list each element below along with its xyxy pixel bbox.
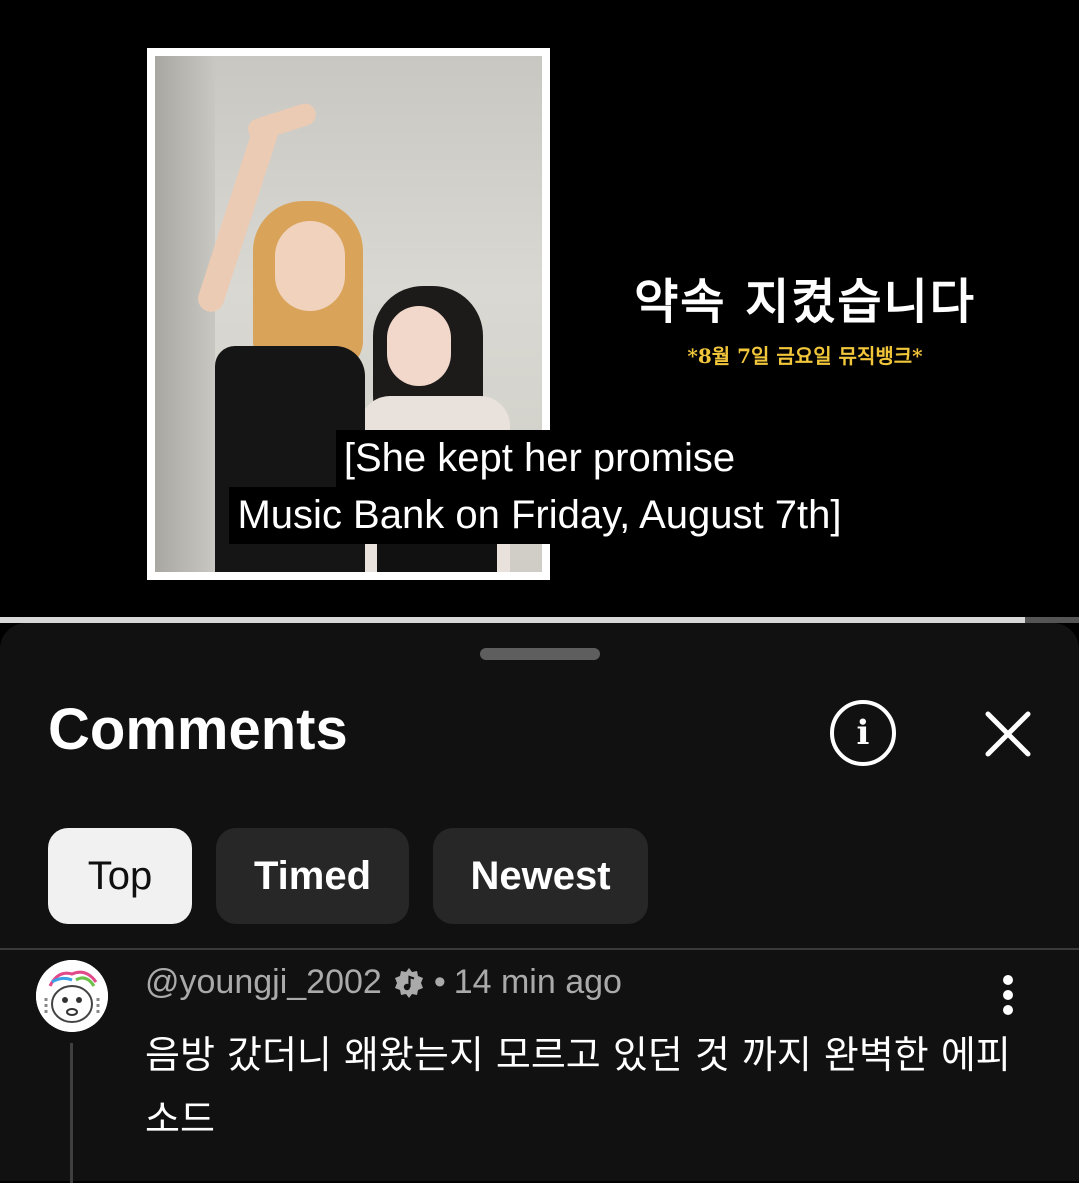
drag-handle[interactable] (480, 648, 600, 660)
closed-caption: [She kept her promise Music Bank on Frid… (0, 430, 1079, 544)
thread-line (70, 1043, 73, 1183)
meta-separator: • (433, 963, 446, 1001)
comment-time: 14 min ago (453, 963, 622, 1001)
caption-line-2: Music Bank on Friday, August 7th] (229, 487, 850, 544)
avatar[interactable] (36, 960, 108, 1032)
close-icon (985, 711, 1031, 757)
chip-newest[interactable]: Newest (433, 828, 648, 924)
comment-text: 음방 갔더니 왜왔는지 모르고 있던 것 까지 완벽한 에피소드 (145, 1033, 1011, 1141)
video-title-overlay: 약속 지켰습니다 (634, 274, 976, 330)
avatar-drawing-icon (36, 960, 108, 1032)
chip-top[interactable]: Top (48, 828, 192, 924)
caption-line-1: [She kept her promise (335, 430, 744, 487)
comments-sheet: Comments i Top Timed Newest @youngji_200… (0, 623, 1079, 1183)
comment-author[interactable]: @youngji_2002 (145, 963, 382, 1002)
music-note-badge-icon (394, 967, 423, 998)
divider (0, 948, 1079, 950)
comment-meta: @youngji_2002 • 14 min ago (145, 963, 622, 1002)
info-button[interactable]: i (830, 700, 896, 766)
video-subtitle-overlay: *8월 7일 금요일 뮤직뱅크* (687, 344, 923, 368)
video-player[interactable]: 약속 지켰습니다 *8월 7일 금요일 뮤직뱅크* [She kept her … (0, 0, 1079, 620)
info-icon: i (856, 713, 870, 753)
more-options-button[interactable] (990, 971, 1026, 1019)
chip-timed[interactable]: Timed (216, 828, 409, 924)
close-button[interactable] (980, 706, 1036, 762)
comments-title: Comments (48, 697, 348, 762)
